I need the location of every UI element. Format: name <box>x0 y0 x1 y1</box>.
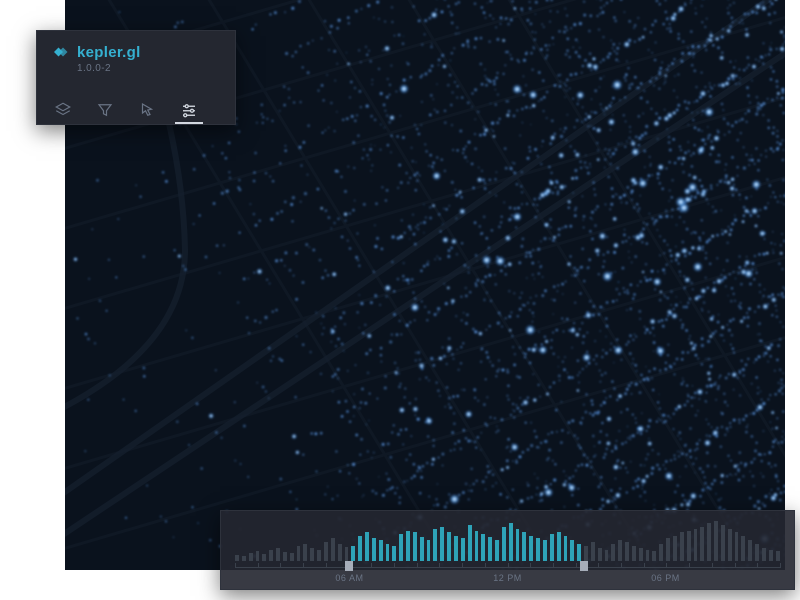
histogram-bar <box>310 548 314 561</box>
tab-settings[interactable] <box>179 96 199 124</box>
histogram-bar <box>399 534 403 561</box>
histogram-bar <box>420 537 424 561</box>
histogram-bar <box>591 542 595 561</box>
brand-name: kepler.gl <box>77 44 141 61</box>
version-label: 1.0.0-2 <box>77 63 221 74</box>
tab-layers[interactable] <box>53 96 73 124</box>
histogram-bar <box>700 527 704 561</box>
histogram-bar <box>276 548 280 561</box>
histogram-bar <box>461 538 465 561</box>
histogram-bar <box>468 525 472 561</box>
histogram-bar <box>721 525 725 561</box>
histogram-bar <box>557 532 561 561</box>
histogram-bar <box>611 544 615 561</box>
histogram-bar <box>324 542 328 561</box>
histogram-bar <box>741 536 745 561</box>
histogram-bar <box>481 534 485 561</box>
histogram-bar <box>372 538 376 561</box>
range-handle-start[interactable] <box>345 561 353 571</box>
histogram-bar <box>269 550 273 561</box>
histogram-bar <box>495 540 499 561</box>
range-track <box>235 565 780 571</box>
histogram-bar <box>502 527 506 561</box>
time-axis-label: 06 PM <box>651 573 680 583</box>
histogram-bar <box>755 544 759 561</box>
histogram-bar <box>605 550 609 561</box>
histogram-bar <box>365 532 369 561</box>
histogram-bar <box>529 536 533 561</box>
histogram-bar <box>406 531 410 561</box>
histogram-bar <box>639 548 643 561</box>
histogram-bar <box>290 553 294 561</box>
histogram-bar <box>687 531 691 561</box>
histogram-bar <box>625 542 629 561</box>
histogram-bar <box>509 523 513 561</box>
histogram-bar <box>516 529 520 561</box>
panel-header: kepler.gl <box>51 43 221 61</box>
histogram-bar <box>632 546 636 561</box>
histogram-bar <box>235 555 239 561</box>
histogram-bar <box>379 540 383 561</box>
histogram-bar <box>577 544 581 561</box>
histogram-bar <box>392 546 396 561</box>
histogram-bar <box>386 544 390 561</box>
histogram-bar <box>317 550 321 561</box>
tab-filters[interactable] <box>95 96 115 124</box>
histogram-bar <box>652 551 656 561</box>
histogram-bar <box>256 551 260 561</box>
histogram-bar <box>454 536 458 561</box>
histogram-bar <box>543 540 547 561</box>
time-range-filter: 06 AM 12 PM 06 PM <box>220 510 795 590</box>
histogram-bar <box>522 532 526 561</box>
histogram-bar <box>769 550 773 561</box>
histogram-bar <box>345 547 349 561</box>
histogram-bar <box>598 548 602 561</box>
histogram-bar <box>440 527 444 561</box>
histogram-bar <box>707 523 711 561</box>
histogram-bar <box>303 544 307 561</box>
histogram-bar <box>262 554 266 561</box>
histogram-bar <box>762 548 766 561</box>
histogram-bar <box>488 537 492 561</box>
histogram-bar <box>646 550 650 561</box>
kepler-logo-icon <box>51 43 69 61</box>
histogram-bar <box>618 540 622 561</box>
histogram-bar <box>283 552 287 561</box>
histogram-bar <box>331 538 335 561</box>
panel-tab-bar <box>51 90 221 124</box>
histogram-bar <box>433 529 437 561</box>
time-axis-label: 06 AM <box>335 573 363 583</box>
histogram-bar <box>536 538 540 561</box>
histogram-bar <box>447 532 451 561</box>
histogram-bar <box>427 540 431 561</box>
histogram-bar <box>550 534 554 561</box>
histogram-bar <box>714 521 718 561</box>
tab-interaction[interactable] <box>137 96 157 124</box>
histogram-bar <box>584 546 588 561</box>
histogram-bar <box>694 529 698 561</box>
histogram-bar <box>475 531 479 561</box>
histogram-bar <box>659 544 663 561</box>
histogram-bar <box>338 544 342 561</box>
histogram-bar <box>358 536 362 561</box>
histogram-bar <box>735 532 739 561</box>
histogram-bar <box>351 546 355 561</box>
histogram-bar <box>776 551 780 561</box>
histogram-bar <box>666 538 670 561</box>
histogram <box>235 521 780 561</box>
histogram-bar <box>242 556 246 561</box>
histogram-bar <box>728 529 732 561</box>
histogram-bar <box>680 532 684 561</box>
side-panel: kepler.gl 1.0.0-2 <box>36 30 236 125</box>
range-handle-end[interactable] <box>580 561 588 571</box>
histogram-bar <box>673 536 677 561</box>
time-axis-labels: 06 AM 12 PM 06 PM <box>235 573 780 589</box>
histogram-bar <box>413 532 417 561</box>
histogram-bar <box>748 540 752 561</box>
time-axis-label: 12 PM <box>493 573 522 583</box>
histogram-bar <box>297 546 301 561</box>
histogram-bar <box>249 553 253 561</box>
histogram-bar <box>570 540 574 561</box>
histogram-bar <box>564 536 568 561</box>
